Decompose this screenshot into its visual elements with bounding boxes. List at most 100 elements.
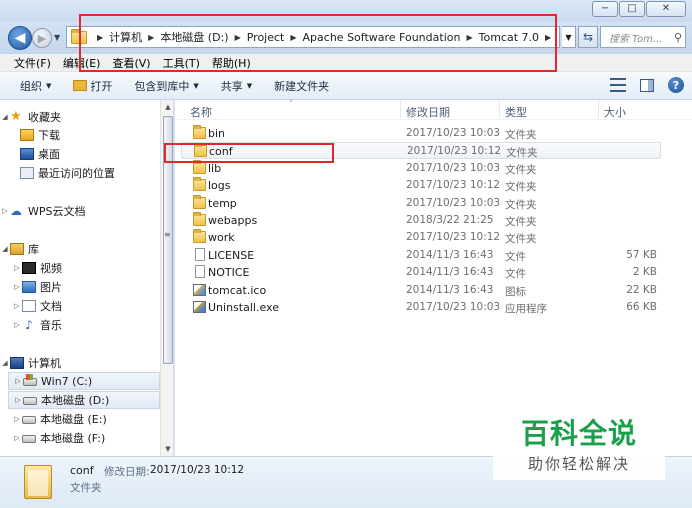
- forward-button[interactable]: ▶: [32, 28, 52, 48]
- file-row[interactable]: NOTICE 2014/11/3 16:43 文件 2 KB: [181, 264, 661, 281]
- breadcrumb-project[interactable]: Project: [247, 31, 285, 44]
- scrollbar-thumb[interactable]: [163, 116, 173, 364]
- open-button[interactable]: 打开: [73, 78, 112, 94]
- breadcrumb-separator-icon[interactable]: ▶: [97, 33, 103, 42]
- sidebar-item-pictures[interactable]: ▷ 图片: [0, 278, 160, 296]
- organize-button[interactable]: 组织 ▼: [20, 78, 51, 94]
- chevron-down-icon: ▼: [193, 81, 199, 90]
- file-icon: [195, 265, 205, 279]
- search-box[interactable]: 搜索 Tom... ⚲: [600, 26, 686, 48]
- share-label: 共享: [220, 79, 243, 93]
- expand-arrow-icon[interactable]: ▷: [13, 377, 23, 385]
- file-row[interactable]: conf 2017/10/23 10:12 文件夹: [181, 142, 661, 160]
- sidebar-group-computer[interactable]: ◢ 计算机: [0, 354, 160, 372]
- arrow-left-icon: ◀: [14, 30, 26, 46]
- column-header-size[interactable]: 大小: [604, 104, 626, 120]
- column-divider[interactable]: [499, 100, 500, 118]
- expand-arrow-icon[interactable]: ▷: [12, 302, 22, 310]
- menu-view[interactable]: 查看(V): [112, 55, 150, 71]
- expand-arrow-icon[interactable]: ▷: [0, 207, 10, 215]
- sidebar-item-drive-d[interactable]: ▷ 本地磁盘 (D:): [8, 391, 160, 409]
- column-divider[interactable]: [598, 100, 599, 118]
- menu-tools[interactable]: 工具(T): [163, 55, 200, 71]
- new-folder-button[interactable]: 新建文件夹: [274, 78, 329, 94]
- column-header-name[interactable]: 名称: [190, 104, 212, 120]
- sidebar-group-libraries[interactable]: ◢ 库: [0, 240, 160, 258]
- minimize-button[interactable]: −: [592, 1, 618, 17]
- preview-pane-icon[interactable]: [640, 78, 654, 92]
- file-row[interactable]: temp 2017/10/23 10:03 文件夹: [181, 194, 661, 212]
- sidebar-label: 计算机: [28, 357, 61, 370]
- refresh-icon: ⇆: [582, 30, 594, 44]
- share-button[interactable]: 共享 ▼: [221, 78, 252, 94]
- sidebar-item-drive-e[interactable]: ▷ 本地磁盘 (E:): [0, 410, 160, 428]
- breadcrumb-separator-icon[interactable]: ▶: [545, 33, 551, 42]
- sidebar-item-wps-cloud[interactable]: ▷ ☁ WPS云文档: [0, 202, 160, 220]
- file-row[interactable]: webapps 2018/3/22 21:25 文件夹: [181, 212, 661, 229]
- recent-pages-dropdown[interactable]: ▼: [54, 33, 60, 42]
- arrow-right-icon: ▶: [37, 31, 47, 45]
- title-bar: − □ ✕: [0, 0, 692, 22]
- address-history-dropdown[interactable]: ▼: [562, 26, 576, 48]
- menu-file[interactable]: 文件(F): [14, 55, 51, 71]
- include-in-library-button[interactable]: 包含到库中 ▼: [134, 78, 198, 94]
- file-name: tomcat.ico: [208, 283, 267, 297]
- scroll-up-icon[interactable]: ▲: [161, 100, 173, 114]
- refresh-button[interactable]: ⇆: [578, 26, 598, 48]
- sidebar-label: 库: [28, 243, 39, 256]
- search-input[interactable]: 搜索 Tom...: [609, 30, 671, 45]
- expand-arrow-icon[interactable]: ▷: [12, 415, 22, 423]
- back-button[interactable]: ◀: [8, 26, 32, 50]
- search-icon[interactable]: ⚲: [671, 31, 685, 44]
- sidebar-group-favorites[interactable]: ◢ ★ 收藏夹: [0, 108, 160, 126]
- breadcrumb-tomcat[interactable]: Tomcat 7.0: [479, 31, 539, 44]
- maximize-button[interactable]: □: [619, 1, 645, 17]
- expand-arrow-icon[interactable]: ▷: [12, 434, 22, 442]
- breadcrumb-separator-icon[interactable]: ▶: [290, 33, 296, 42]
- star-icon: ★: [10, 109, 22, 124]
- file-row[interactable]: work 2017/10/23 10:12 文件夹: [181, 229, 661, 246]
- breadcrumb-separator-icon[interactable]: ▶: [466, 33, 472, 42]
- expand-arrow-icon[interactable]: ▷: [12, 264, 22, 272]
- column-divider[interactable]: [400, 100, 401, 118]
- column-header-type[interactable]: 类型: [505, 104, 527, 120]
- sidebar-item-recent-places[interactable]: 最近访问的位置: [0, 164, 160, 182]
- breadcrumb-separator-icon[interactable]: ▶: [235, 33, 241, 42]
- change-view-icon[interactable]: [610, 78, 626, 92]
- menu-edit[interactable]: 编辑(E): [63, 55, 101, 71]
- sidebar-label: 图片: [40, 281, 62, 294]
- scroll-down-icon[interactable]: ▼: [161, 442, 173, 456]
- file-row[interactable]: lib 2017/10/23 10:03 文件夹: [181, 159, 661, 177]
- sidebar-item-videos[interactable]: ▷ 视频: [0, 259, 160, 277]
- file-row[interactable]: bin 2017/10/23 10:03 文件夹: [181, 125, 661, 142]
- chevron-down-icon: ▼: [565, 32, 572, 42]
- address-bar[interactable]: ▶ 计算机 ▶ 本地磁盘 (D:) ▶ Project ▶ Apache Sof…: [66, 26, 560, 48]
- navigation-scrollbar[interactable]: ▲ ≡ ▼: [160, 100, 173, 456]
- expand-arrow-icon[interactable]: ◢: [0, 113, 10, 121]
- expand-arrow-icon[interactable]: ◢: [0, 359, 10, 367]
- sidebar-item-desktop[interactable]: 桌面: [0, 145, 160, 163]
- help-icon[interactable]: ?: [668, 77, 684, 93]
- breadcrumb-apache[interactable]: Apache Software Foundation: [303, 31, 461, 44]
- expand-arrow-icon[interactable]: ▷: [12, 283, 22, 291]
- file-row[interactable]: LICENSE 2014/11/3 16:43 文件 57 KB: [181, 247, 661, 264]
- column-header-date[interactable]: 修改日期: [406, 104, 450, 120]
- sidebar-item-downloads[interactable]: 下载: [0, 126, 160, 144]
- watermark-title: 百科全说: [520, 417, 637, 450]
- expand-arrow-icon[interactable]: ▷: [12, 321, 22, 329]
- close-button[interactable]: ✕: [646, 1, 686, 17]
- expand-arrow-icon[interactable]: ▷: [13, 396, 23, 404]
- menu-help[interactable]: 帮助(H): [212, 55, 251, 71]
- sidebar-item-drive-c[interactable]: ▷ Win7 (C:): [8, 372, 160, 390]
- file-row[interactable]: logs 2017/10/23 10:12 文件夹: [181, 177, 661, 194]
- sidebar-item-music[interactable]: ▷ ♪ 音乐: [0, 316, 160, 334]
- breadcrumb-drive-d[interactable]: 本地磁盘 (D:): [160, 29, 228, 45]
- file-row[interactable]: Uninstall.exe 2017/10/23 10:03 应用程序 66 KB: [181, 299, 661, 316]
- expand-arrow-icon[interactable]: ◢: [0, 245, 10, 253]
- sidebar-item-documents[interactable]: ▷ 文档: [0, 297, 160, 315]
- file-row[interactable]: tomcat.ico 2014/11/3 16:43 图标 22 KB: [181, 282, 661, 299]
- file-date: 2017/10/23 10:12: [406, 179, 501, 192]
- sidebar-item-drive-f[interactable]: ▷ 本地磁盘 (F:): [0, 429, 160, 447]
- breadcrumb-computer[interactable]: 计算机: [109, 29, 142, 45]
- breadcrumb-separator-icon[interactable]: ▶: [148, 33, 154, 42]
